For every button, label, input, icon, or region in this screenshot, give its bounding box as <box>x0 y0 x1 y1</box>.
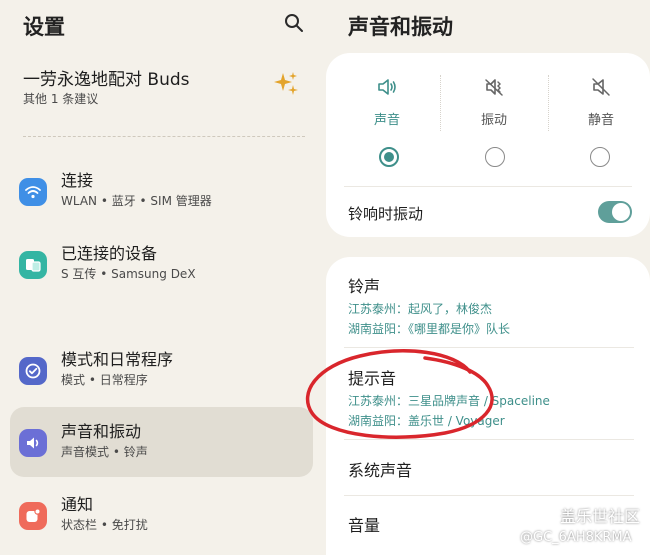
row-divider <box>344 495 634 496</box>
settings-pane: 设置 一劳永逸地配对 Buds 其他 1 条建议 连接 WLAN • 蓝牙 • … <box>0 0 318 555</box>
sidebar-item-subtitle: 模式 • 日常程序 <box>61 373 148 387</box>
mute-mode-option[interactable]: 静音 <box>548 75 650 128</box>
sidebar-item-label: 声音和振动 <box>61 422 142 441</box>
volume-icon <box>19 429 47 457</box>
sidebar-item-connections[interactable]: 连接 WLAN • 蓝牙 • SIM 管理器 <box>10 156 313 226</box>
section-divider <box>23 136 305 137</box>
sound-mode-option[interactable]: 声音 <box>334 75 440 128</box>
sidebar-item-subtitle: 状态栏 • 免打扰 <box>61 518 148 532</box>
ringtone-value: 江苏泰州：起风了，林俊杰 <box>348 302 493 316</box>
vibrate-mode-label: 振动 <box>480 113 507 128</box>
system-sound-row[interactable]: 系统声音 <box>348 457 638 481</box>
sidebar-item-subtitle: S 互传 • Samsung DeX <box>61 267 196 281</box>
buds-suggestion-subtitle: 其他 1 条建议 <box>23 92 99 106</box>
sound-mode-radio[interactable] <box>379 147 399 167</box>
mute-mode-radio[interactable] <box>590 147 610 167</box>
buds-suggestion-title[interactable]: 一劳永逸地配对 Buds <box>23 65 190 90</box>
vibrate-while-ringing-toggle[interactable] <box>598 201 632 223</box>
sound-icon <box>378 79 396 95</box>
sidebar-item-label: 连接 <box>61 171 94 190</box>
card-divider <box>344 186 632 187</box>
system-sound-title: 系统声音 <box>348 461 413 480</box>
notification-icon <box>19 502 47 530</box>
check-circle-icon <box>19 357 47 385</box>
sidebar-item-label: 已连接的设备 <box>61 244 158 263</box>
sidebar-item-modes-routines[interactable]: 模式和日常程序 模式 • 日常程序 <box>10 335 313 405</box>
sound-vibration-pane: 声音和振动 声音 振动 静音 铃响时振动 铃声 江苏泰州：起风了，林俊杰 湖南益… <box>318 0 650 555</box>
sidebar-item-notifications[interactable]: 通知 状态栏 • 免打扰 <box>10 480 313 550</box>
sound-mode-label: 声音 <box>373 113 400 128</box>
vibrate-while-ringing-label: 铃响时振动 <box>348 205 424 223</box>
vibrate-mode-radio[interactable] <box>485 147 505 167</box>
sidebar-item-label: 通知 <box>61 495 94 514</box>
row-divider <box>344 347 634 348</box>
vibrate-mode-option[interactable]: 振动 <box>441 75 547 128</box>
mute-mode-label: 静音 <box>587 113 614 128</box>
sidebar-item-label: 模式和日常程序 <box>61 350 174 369</box>
ringtone-value: 湖南益阳：《哪里都是你》队长 <box>348 322 511 336</box>
sidebar-item-connected-devices[interactable]: 已连接的设备 S 互传 • Samsung DeX <box>10 229 313 299</box>
notification-sound-row[interactable]: 提示音 江苏泰州：三星品牌声音 / Spaceline 湖南益阳：盖乐世 / V… <box>348 365 638 429</box>
pane-title: 声音和振动 <box>348 15 453 39</box>
notification-sound-value: 江苏泰州：三星品牌声音 / Spaceline <box>348 394 550 408</box>
devices-icon <box>19 251 47 279</box>
sound-mode-card: 声音 振动 静音 铃响时振动 <box>326 53 650 237</box>
watermark-handle: @GC_6AH8KRMA <box>520 530 632 545</box>
notification-sound-title: 提示音 <box>348 369 397 388</box>
sparkle-icon <box>274 72 298 95</box>
sidebar-item-sound-vibration[interactable]: 声音和振动 声音模式 • 铃声 <box>10 407 313 477</box>
search-icon[interactable] <box>284 13 304 33</box>
watermark-logo-text: 盖乐世社区 <box>560 507 641 526</box>
vibrate-icon <box>485 79 503 96</box>
notification-sound-value: 湖南益阳：盖乐世 / Voyager <box>348 414 505 428</box>
ringtone-row[interactable]: 铃声 江苏泰州：起风了，林俊杰 湖南益阳：《哪里都是你》队长 <box>348 273 638 337</box>
sidebar-item-subtitle: 声音模式 • 铃声 <box>61 445 148 459</box>
page-title: 设置 <box>23 15 65 39</box>
wifi-icon <box>19 178 47 206</box>
ringtone-title: 铃声 <box>348 277 381 296</box>
mute-icon <box>592 78 610 96</box>
row-divider <box>344 439 634 440</box>
sidebar-item-subtitle: WLAN • 蓝牙 • SIM 管理器 <box>61 194 212 208</box>
